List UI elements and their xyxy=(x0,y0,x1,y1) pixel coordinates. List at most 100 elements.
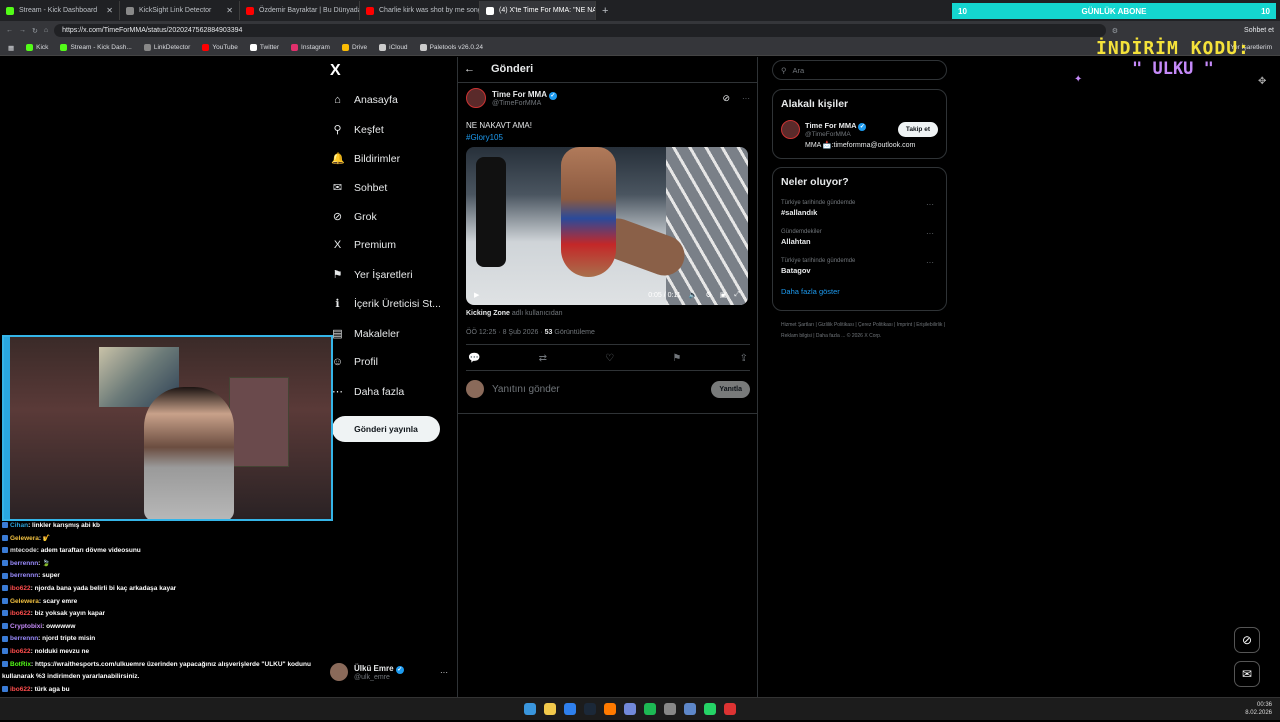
browser-tab[interactable]: KickSight Link Detector ✕ xyxy=(120,1,240,20)
trend-item[interactable]: Türkiye tarihinde gündemde #sallandık ··· xyxy=(781,200,938,217)
sidebar-item[interactable]: ⚑ Yer İşaretleri xyxy=(331,268,413,282)
spotify-icon[interactable] xyxy=(644,703,656,715)
more-icon[interactable]: ··· xyxy=(926,229,934,238)
tweet-author[interactable]: Time For MMA ✓ @TimeForMMA ⊘ ··· xyxy=(466,88,750,108)
bookmark-item[interactable]: Drive xyxy=(341,44,367,51)
sidebar-item[interactable]: ✉ Sohbet xyxy=(331,181,387,195)
steam-icon[interactable] xyxy=(584,703,596,715)
sidebar-item[interactable]: 🔔 Bildirimler xyxy=(331,152,400,166)
chat-username[interactable]: ibo622 xyxy=(10,610,31,617)
retweet-icon[interactable]: ⇄ xyxy=(539,353,547,364)
browser-tab[interactable]: Stream - Kick Dashboard ✕ xyxy=(0,1,120,20)
sidebar-item[interactable]: ▤ Makaleler xyxy=(331,327,399,341)
chat-username[interactable]: ibo622 xyxy=(10,648,31,655)
chat-username[interactable]: Gelewera xyxy=(10,598,39,605)
attribution-name[interactable]: Kicking Zone xyxy=(466,310,510,317)
pip-icon[interactable]: ▣ xyxy=(720,291,727,299)
close-icon[interactable]: ✕ xyxy=(226,6,233,15)
sidebar-item[interactable]: ⋯ Daha fazla xyxy=(331,385,404,399)
discord-icon[interactable] xyxy=(624,703,636,715)
bookmark-item[interactable]: Twitter xyxy=(249,44,279,51)
whatsapp-icon[interactable] xyxy=(704,703,716,715)
more-icon[interactable]: ··· xyxy=(440,668,448,677)
fullscreen-icon[interactable]: ⤢ xyxy=(734,291,740,299)
reply-button[interactable]: Yanıtla xyxy=(711,380,750,398)
messages-fab-icon[interactable]: ✉ xyxy=(1234,661,1260,687)
chat-username[interactable]: ibo622 xyxy=(10,686,31,693)
chat-username[interactable]: ibo622 xyxy=(10,585,31,592)
app-icon[interactable] xyxy=(684,703,696,715)
chat-username[interactable]: berrennn xyxy=(10,572,38,579)
show-more-link[interactable]: Daha fazla göster xyxy=(781,287,938,296)
chat-username[interactable]: Cryptobixi xyxy=(10,623,42,630)
edge-icon[interactable] xyxy=(564,703,576,715)
sidebar-item[interactable]: ⌂ Anasayfa xyxy=(331,94,398,106)
close-icon[interactable]: ✕ xyxy=(106,6,113,15)
bookmark-item[interactable]: iCloud xyxy=(379,44,408,51)
more-icon[interactable]: ··· xyxy=(926,258,934,267)
search-input[interactable]: ⚲ Ara xyxy=(772,60,947,80)
bookmark-item[interactable]: YouTube xyxy=(202,44,238,51)
author-avatar[interactable] xyxy=(781,120,800,139)
new-tab-icon[interactable]: + xyxy=(596,5,614,17)
grok-icon[interactable]: ⊘ xyxy=(722,93,730,104)
volume-icon[interactable]: 🔈 xyxy=(689,291,698,299)
browser-tab[interactable]: (4) X'te Time For MMA: "NE NAKA✕ xyxy=(480,1,596,20)
chat-username[interactable]: Gelewera xyxy=(10,535,39,542)
apps-icon[interactable]: ▦ xyxy=(8,44,14,52)
browser-tab[interactable]: Özdemir Bayraktar | Bu Dünyadan✕ xyxy=(240,1,360,20)
browser-tab[interactable]: Charlie kirk was shot by me song✕ xyxy=(360,1,480,20)
chat-username[interactable]: berrennn xyxy=(10,635,38,642)
url-field[interactable]: https://x.com/TimeForMMA/status/20202475… xyxy=(54,24,1106,37)
app-icon[interactable] xyxy=(664,703,676,715)
tweet-time[interactable]: ÖÖ 12:25 · 8 Şub 2026 · xyxy=(466,329,543,336)
author-name[interactable]: Time For MMA xyxy=(492,90,547,99)
chat-username[interactable]: mtecode xyxy=(10,547,37,554)
sidebar-item[interactable]: ☺ Profil xyxy=(331,356,378,368)
firefox-icon[interactable] xyxy=(604,703,616,715)
back-arrow-icon[interactable]: ← xyxy=(464,63,475,75)
back-icon[interactable]: ← xyxy=(6,27,13,34)
like-icon[interactable]: ♡ xyxy=(605,353,614,364)
account-switcher[interactable]: Ülkü Emre ✓ @ulk_emre ··· xyxy=(330,660,448,684)
bookmark-item[interactable]: Stream - Kick Dash... xyxy=(60,44,132,51)
grok-fab-icon[interactable]: ⊘ xyxy=(1234,627,1260,653)
system-clock[interactable]: 00:36 8.02.2026 xyxy=(1245,701,1272,717)
trend-item[interactable]: Gündemdekiler Allahtan ··· xyxy=(781,229,938,246)
bookmark-item[interactable]: Instagram xyxy=(291,44,330,51)
bookmark-item[interactable]: LinkDetector xyxy=(143,44,190,51)
play-icon[interactable]: ▶ xyxy=(474,291,479,299)
video-player[interactable]: ▶ 0:05 / 0:11 🔈 ⚙ ▣ ⤢ xyxy=(466,147,748,305)
start-icon[interactable] xyxy=(524,703,536,715)
x-logo[interactable]: X xyxy=(330,62,341,80)
more-icon[interactable]: ··· xyxy=(926,200,934,209)
profile-label[interactable]: Sohbet et xyxy=(1244,27,1274,34)
home-icon[interactable]: ⌂ xyxy=(44,27,48,34)
sidebar-item[interactable]: ⚲ Keşfet xyxy=(331,123,383,137)
follow-button[interactable]: Takip et xyxy=(897,122,938,137)
chat-username[interactable]: berrennn xyxy=(10,560,38,567)
related-name[interactable]: Time For MMA xyxy=(805,121,856,130)
chat-username[interactable]: Cihan xyxy=(10,522,28,529)
hashtag-link[interactable]: #Glory105 xyxy=(466,132,750,144)
reply-icon[interactable]: 💬 xyxy=(468,353,480,364)
bookmark-item[interactable]: Kick xyxy=(26,44,48,51)
reload-icon[interactable]: ↻ xyxy=(32,27,38,35)
footer-links[interactable]: Hizmet Şartları | Gizlilik Politikası | … xyxy=(781,320,951,342)
explorer-icon[interactable] xyxy=(544,703,556,715)
reply-input[interactable]: Yanıtını gönder xyxy=(492,384,703,395)
author-avatar[interactable] xyxy=(466,88,486,108)
chat-username[interactable]: BotRix xyxy=(10,661,31,668)
sidebar-item[interactable]: ⊘ Grok xyxy=(331,210,377,224)
share-icon[interactable]: ⇪ xyxy=(740,353,748,364)
more-icon[interactable]: ··· xyxy=(742,94,750,103)
obs-icon[interactable] xyxy=(724,703,736,715)
sidebar-item[interactable]: ℹ İçerik Üreticisi St... xyxy=(331,297,441,311)
extensions-icon[interactable]: ⚙ xyxy=(1112,27,1118,35)
trend-item[interactable]: Türkiye tarihinde gündemde Batagov ··· xyxy=(781,258,938,275)
post-button[interactable]: Gönderi yayınla xyxy=(332,416,440,442)
sidebar-item[interactable]: X Premium xyxy=(331,239,396,251)
bookmark-item[interactable]: Paletools v26.0.24 xyxy=(419,44,483,51)
settings-icon[interactable]: ⚙ xyxy=(705,291,711,299)
bookmark-icon[interactable]: ⚑ xyxy=(672,353,681,364)
